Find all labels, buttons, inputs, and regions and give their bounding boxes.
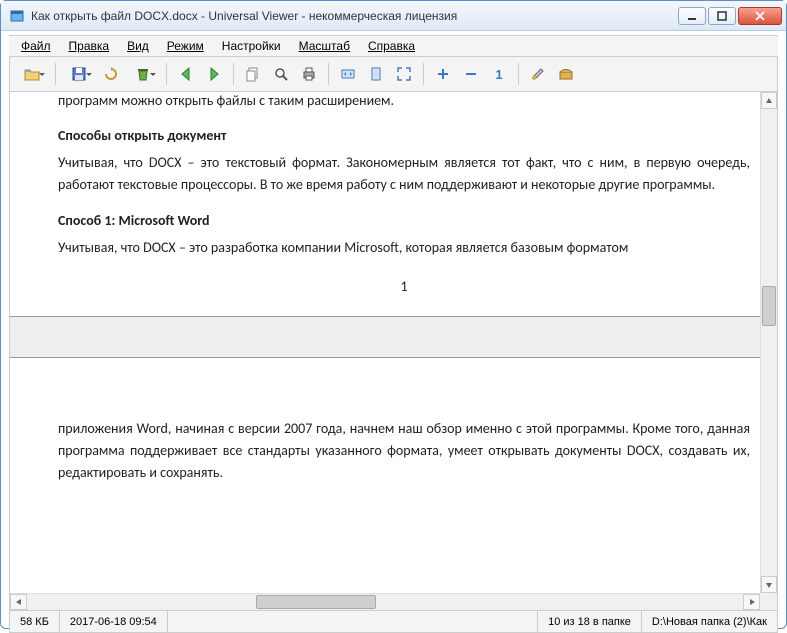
menu-settings[interactable]: Настройки [214, 37, 289, 55]
toolbar: 1 [9, 57, 778, 91]
plugins-button[interactable] [554, 62, 578, 86]
document-page: более продвинутую форму предшествующего … [10, 92, 762, 487]
body-text: Учитывая, что DOCX – это разработка комп… [58, 237, 750, 259]
zoom-in-button[interactable] [431, 62, 455, 86]
menu-view[interactable]: Вид [119, 37, 157, 55]
delete-button[interactable] [127, 62, 159, 86]
menu-zoom[interactable]: Масштаб [291, 37, 358, 55]
scroll-down-button[interactable] [761, 576, 777, 593]
body-text: приложения Word, начиная с версии 2007 г… [58, 418, 750, 483]
vertical-scrollbar[interactable] [760, 92, 777, 593]
separator [166, 63, 167, 85]
titlebar: Как открыть файл DOCX.docx - Universal V… [1, 1, 786, 31]
scroll-left-button[interactable] [10, 594, 27, 610]
separator [55, 63, 56, 85]
print-button[interactable] [297, 62, 321, 86]
menu-edit[interactable]: Правка [61, 37, 118, 55]
scroll-right-button[interactable] [743, 594, 760, 610]
scroll-track[interactable] [27, 594, 743, 610]
minimize-button[interactable] [678, 7, 706, 25]
scroll-thumb[interactable] [256, 595, 376, 609]
page-number: 1 [58, 276, 750, 298]
statusbar: 58 КБ 2017-06-18 09:54 10 из 18 в папке … [9, 611, 778, 633]
menu-file[interactable]: Файл [13, 37, 59, 55]
heading: Способы открыть документ [58, 127, 750, 144]
maximize-button[interactable] [708, 7, 736, 25]
menu-mode[interactable]: Режим [159, 37, 212, 55]
separator [233, 63, 234, 85]
separator [328, 63, 329, 85]
horizontal-scrollbar[interactable] [10, 593, 760, 610]
separator [518, 63, 519, 85]
reload-button[interactable] [99, 62, 123, 86]
scroll-corner [760, 593, 777, 610]
page-break [10, 316, 777, 358]
zoom-100-button[interactable]: 1 [487, 62, 511, 86]
window-controls [678, 7, 782, 25]
settings-button[interactable] [526, 62, 550, 86]
open-button[interactable] [16, 62, 48, 86]
fullscreen-button[interactable] [392, 62, 416, 86]
viewport[interactable]: более продвинутую форму предшествующего … [10, 92, 777, 610]
close-button[interactable] [738, 7, 782, 25]
heading: Способ 1: Microsoft Word [58, 212, 750, 229]
body-text: Учитывая, что DOCX – это текстовый форма… [58, 152, 750, 195]
scroll-thumb[interactable] [762, 286, 776, 326]
scroll-track[interactable] [761, 109, 777, 576]
next-button[interactable] [202, 62, 226, 86]
fit-page-button[interactable] [364, 62, 388, 86]
prev-button[interactable] [174, 62, 198, 86]
fit-width-button[interactable] [336, 62, 360, 86]
menu-help[interactable]: Справка [360, 37, 423, 55]
copy-button[interactable] [241, 62, 265, 86]
save-button[interactable] [63, 62, 95, 86]
body-text: более продвинутую форму предшествующего … [58, 92, 750, 111]
menubar: Файл Правка Вид Режим Настройки Масштаб … [9, 35, 778, 57]
document-area: более продвинутую форму предшествующего … [9, 91, 778, 611]
scroll-up-button[interactable] [761, 92, 777, 109]
zoom-out-button[interactable] [459, 62, 483, 86]
search-button[interactable] [269, 62, 293, 86]
separator [423, 63, 424, 85]
window-title: Как открыть файл DOCX.docx - Universal V… [31, 9, 678, 23]
app-icon [9, 8, 25, 24]
